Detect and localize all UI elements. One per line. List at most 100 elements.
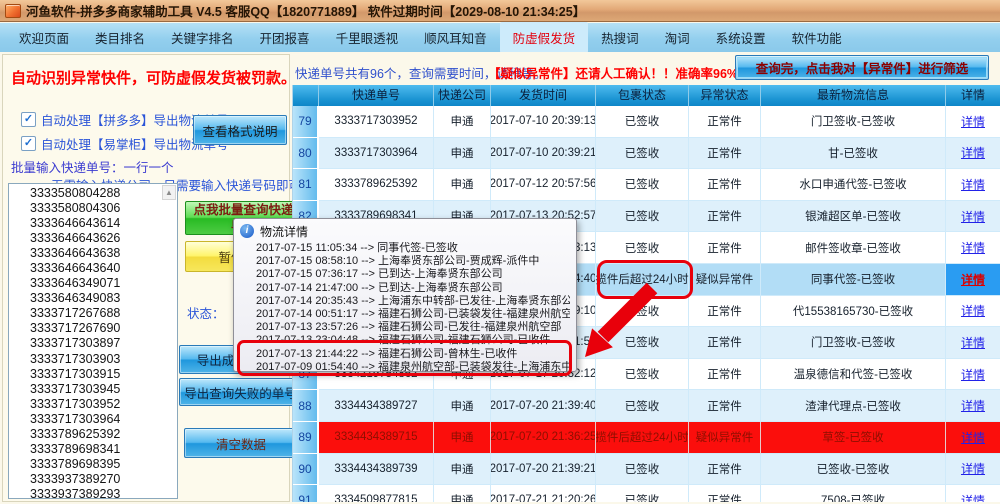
tracking-input[interactable]	[8, 183, 178, 499]
table-row[interactable]: 91 3334509877815 申通 2017-07-21 21:20:26 已签收正…	[293, 485, 1000, 502]
cell-latest_info: 邮件签收章-已签收	[761, 232, 946, 264]
table-header-row: 快递单号 快递公司 发货时间 包裹状态 异常状态 最新物流信息 详情	[293, 85, 1000, 106]
table-row[interactable]: 80 3333717303964 申通 2017-07-10 20:39:21 已签收正…	[293, 137, 1000, 170]
row-number-cell: 79	[293, 106, 319, 138]
cell-abnormal_status: 正常件	[689, 232, 761, 264]
row-number-cell: 80	[293, 137, 319, 170]
window-title: 河鱼软件-拼多多商家辅助工具 V4.5 客服QQ【1820771889】 软件过…	[26, 5, 586, 19]
detail-link[interactable]: 详情	[961, 397, 985, 414]
cell-package_status: 已签收	[596, 169, 689, 201]
detail-link[interactable]: 详情	[961, 492, 985, 502]
menu-item-7[interactable]: 防虚假发货	[499, 22, 589, 53]
cell-company: 申通	[434, 453, 491, 486]
detail-link[interactable]: 详情	[961, 366, 985, 383]
logistics-line-10: 2017-07-09 01:54:40 --> 福建泉州航空部-已装袋发往-上海…	[256, 360, 570, 373]
cell-detail: 详情	[946, 263, 1000, 296]
cell-package_status: 已签收	[596, 390, 689, 422]
detail-link[interactable]: 详情	[961, 271, 985, 288]
status-label: 状态：	[187, 307, 225, 321]
menu-item-8[interactable]: 热搜词	[588, 22, 652, 53]
menu-item-9[interactable]: 淘词	[652, 22, 703, 53]
table-row[interactable]: 81 3333789625392 申通 2017-07-12 20:57:56 已签收正…	[293, 169, 1000, 201]
cell-company: 申通	[434, 137, 491, 170]
checkbox-pdd-icon[interactable]: ✓	[21, 112, 36, 127]
cell-time: 2017-07-20 21:39:40	[491, 390, 596, 422]
menu-item-1[interactable]: 欢迎页面	[6, 22, 82, 53]
detail-link[interactable]: 详情	[961, 176, 985, 193]
detail-link[interactable]: 详情	[961, 460, 985, 477]
cell-package_status: 已签收	[596, 327, 689, 359]
clear-data-button[interactable]: 清空数据	[184, 428, 298, 458]
cell-detail: 详情	[946, 485, 1000, 502]
menu-item-11[interactable]: 软件功能	[779, 22, 855, 53]
tooltip-title: 物流详情	[260, 224, 309, 239]
menu-item-2[interactable]: 类目排名	[82, 22, 158, 53]
app-icon	[5, 3, 21, 18]
cell-company: 申通	[434, 390, 491, 422]
cell-abnormal_status: 正常件	[689, 200, 761, 233]
logistics-tooltip: i 物流详情 2017-07-15 11:05:34 --> 同事代签-已签收 2…	[233, 218, 577, 376]
cell-abnormal_status: 正常件	[689, 453, 761, 486]
cell-company: 申通	[434, 169, 491, 201]
table-row[interactable]: 88 3334434389727 申通 2017-07-20 21:39:40 已签收正…	[293, 390, 1000, 422]
cell-number: 3333717303952	[319, 106, 434, 138]
detail-link[interactable]: 详情	[961, 113, 985, 130]
menu-item-6[interactable]: 顺风耳知音	[411, 22, 500, 53]
menu-item-10[interactable]: 系统设置	[703, 22, 779, 53]
row-number-cell: 81	[293, 169, 319, 201]
cell-number: 3333789625392	[319, 169, 434, 201]
cell-detail: 详情	[946, 232, 1000, 264]
column-header-4: 包裹状态	[596, 85, 689, 106]
cell-latest_info: 同事代签-已签收	[761, 263, 946, 296]
detail-link[interactable]: 详情	[961, 334, 985, 351]
row-number-cell: 91	[293, 485, 319, 502]
cell-detail: 详情	[946, 453, 1000, 486]
tracking-numbers-box: ▲	[8, 183, 178, 499]
row-number-cell: 89	[293, 421, 319, 454]
cell-time: 2017-07-20 21:39:21	[491, 453, 596, 486]
menu-item-3[interactable]: 关键字排名	[158, 22, 247, 53]
checkbox-yzg-icon[interactable]: ✓	[21, 136, 36, 151]
view-format-button[interactable]: 查看格式说明	[193, 115, 287, 145]
cell-package_status: 已签收	[596, 137, 689, 170]
logistics-line-3: 2017-07-15 07:36:17 --> 已到达-上海奉贤东部公司	[256, 268, 503, 281]
filter-abnormal-button[interactable]: 查询完，点击我对【异常件】进行筛选	[735, 55, 989, 80]
scroll-up-arrow-icon[interactable]: ▲	[162, 185, 176, 200]
cell-detail: 详情	[946, 169, 1000, 201]
cell-package_status: 揽件后超过24小时	[596, 421, 689, 454]
cell-abnormal_status: 正常件	[689, 169, 761, 201]
cell-detail: 详情	[946, 295, 1000, 328]
cell-number: 3334509877815	[319, 485, 434, 502]
detail-link[interactable]: 详情	[961, 208, 985, 225]
cell-package_status: 已签收	[596, 106, 689, 138]
cell-latest_info: 渣津代理点-已签收	[761, 390, 946, 422]
detail-link[interactable]: 详情	[961, 302, 985, 319]
cell-time: 2017-07-20 21:36:25	[491, 421, 596, 454]
table-row[interactable]: 89 3334434389715 申通 2017-07-20 21:36:25 揽件后超…	[293, 421, 1000, 454]
cell-latest_info: 代15538165730-已签收	[761, 295, 946, 328]
row-number-cell: 88	[293, 390, 319, 422]
menu-item-5[interactable]: 千里眼透视	[323, 22, 412, 53]
column-header-6: 最新物流信息	[761, 85, 946, 106]
info-icon: i	[240, 224, 254, 238]
table-row[interactable]: 90 3334434389739 申通 2017-07-20 21:39:21 已签收正…	[293, 453, 1000, 486]
tooltip-header: i 物流详情	[240, 223, 570, 239]
column-header-2: 快递公司	[434, 85, 491, 106]
detail-link[interactable]: 详情	[961, 144, 985, 161]
table-row[interactable]: 79 3333717303952 申通 2017-07-10 20:39:13 已签收正…	[293, 106, 1000, 138]
cell-abnormal_status: 正常件	[689, 327, 761, 359]
main-content: 自动识别异常快件，可防虚假发货被罚款。 ✓ 自动处理【拼多多】导出物流单号 ✓ …	[0, 52, 1000, 502]
detail-link[interactable]: 详情	[961, 429, 985, 446]
detail-link[interactable]: 详情	[961, 239, 985, 256]
cell-number: 3333717303964	[319, 137, 434, 170]
title-bar: 河鱼软件-拼多多商家辅助工具 V4.5 客服QQ【1820771889】 软件过…	[0, 0, 1000, 22]
logistics-line-5: 2017-07-14 20:35:43 --> 上海浦东中转部-已发往-上海奉贤…	[256, 294, 570, 307]
cell-package_status: 揽件后超过24小时	[595, 260, 693, 299]
cell-number: 3334434389715	[319, 421, 434, 454]
export-failed-button[interactable]: 导出查询失败的单号	[179, 378, 302, 406]
menu-item-4[interactable]: 开团报喜	[247, 22, 323, 53]
logistics-line-1: 2017-07-15 11:05:34 --> 同事代签-已签收	[256, 242, 458, 254]
cell-company: 申通	[434, 106, 491, 138]
logistics-line-8: 2017-07-13 23:04:48 --> 福建石狮公司-福建石狮公司-已收…	[256, 334, 551, 347]
cell-latest_info: 7508-已签收	[761, 485, 946, 502]
